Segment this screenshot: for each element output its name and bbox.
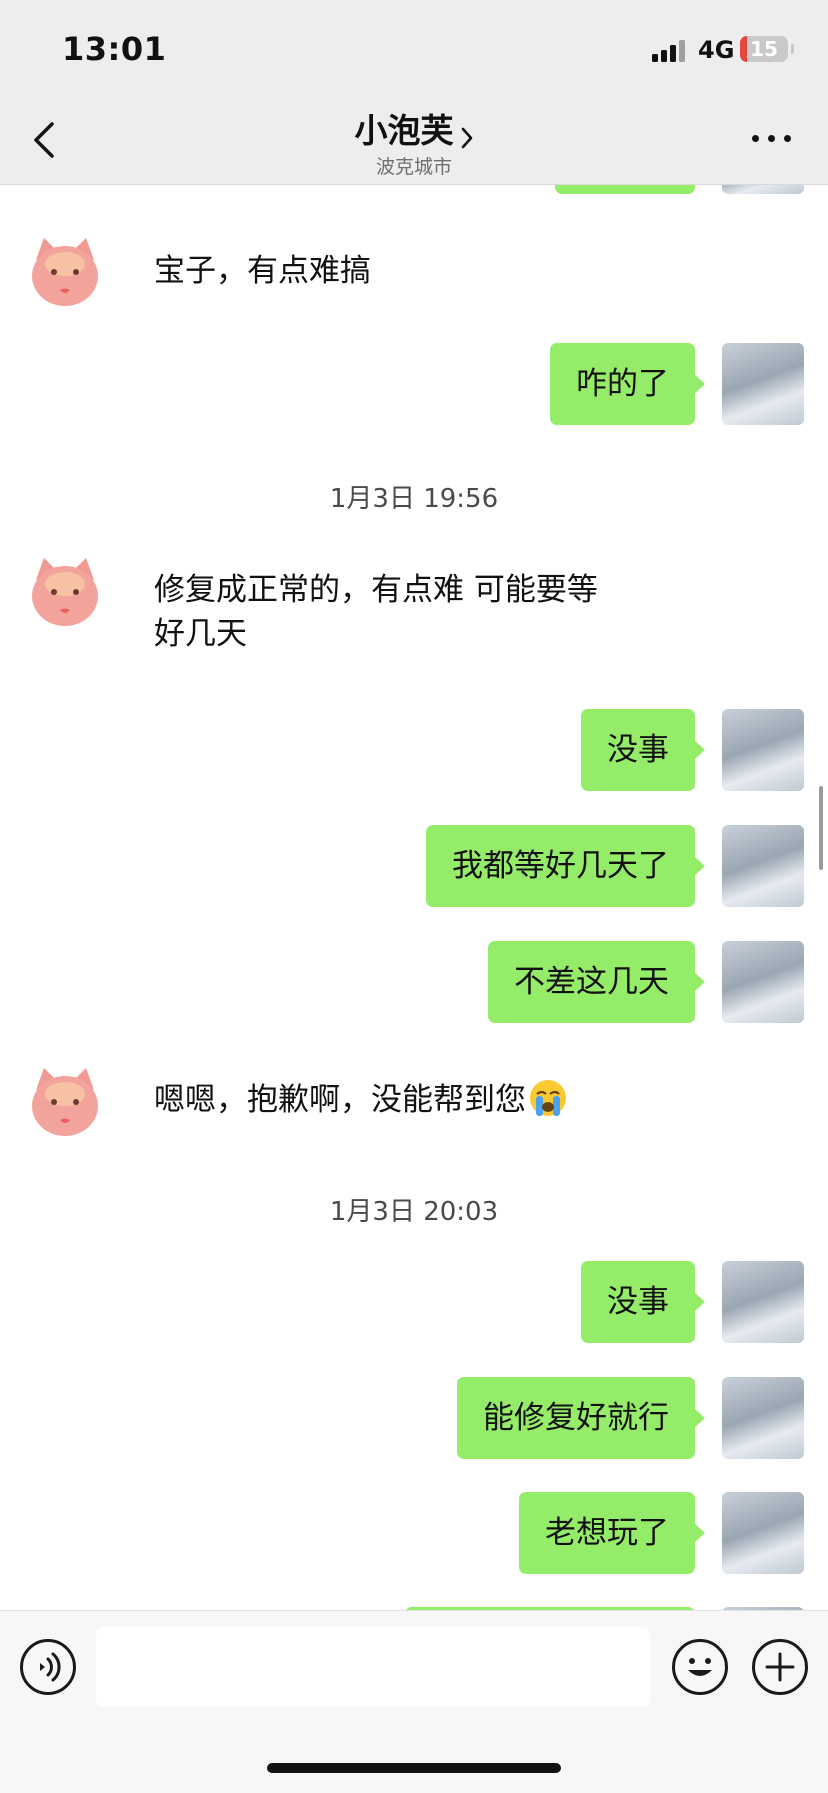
message-timestamp: 1月3日 19:56 bbox=[329, 484, 499, 514]
status-bar: 13:01 4G 15 bbox=[0, 0, 828, 96]
cellular-signal-icon bbox=[652, 40, 686, 62]
my-avatar[interactable] bbox=[722, 825, 804, 907]
message-bubble[interactable]: 不差这几天 bbox=[488, 941, 705, 1023]
network-type: 4G bbox=[698, 36, 735, 64]
status-time: 13:01 bbox=[62, 30, 167, 68]
voice-button[interactable] bbox=[20, 1639, 76, 1695]
plus-icon bbox=[765, 1652, 795, 1682]
contact-avatar[interactable] bbox=[24, 230, 106, 312]
message-text[interactable]: 嗯嗯，抱歉啊，没能帮到您 bbox=[154, 1078, 568, 1122]
my-avatar[interactable] bbox=[722, 1261, 804, 1343]
chat-header: 小泡芙 波克城市 bbox=[0, 96, 828, 185]
my-avatar[interactable] bbox=[722, 709, 804, 791]
plus-button[interactable] bbox=[752, 1639, 808, 1695]
message-bubble[interactable]: 没事 bbox=[581, 709, 705, 791]
contact-avatar[interactable] bbox=[24, 550, 106, 632]
message-bubble[interactable]: 能修复好就行 bbox=[457, 1377, 705, 1459]
chat-title-button[interactable]: 小泡芙 波克城市 bbox=[0, 104, 828, 179]
chat-title: 小泡芙 bbox=[354, 111, 454, 150]
emoji-button[interactable] bbox=[672, 1639, 728, 1695]
message-bubble[interactable]: 我都等好几天了 bbox=[426, 825, 705, 907]
emoji-icon bbox=[688, 1658, 712, 1676]
chat-subtitle: 波克城市 bbox=[375, 156, 452, 178]
message-bubble[interactable]: 老想玩了 bbox=[519, 1492, 705, 1574]
message-line: 好几天 bbox=[154, 616, 247, 652]
my-avatar[interactable] bbox=[722, 343, 804, 425]
my-avatar[interactable] bbox=[722, 1492, 804, 1574]
battery-icon: 15 bbox=[740, 36, 788, 62]
my-avatar[interactable] bbox=[722, 941, 804, 1023]
message-list[interactable]: 宝子，有点难搞 咋的了 1月3日 19:56 修复成正常的，有点难 可能要等 好… bbox=[0, 184, 828, 1610]
chevron-right-icon bbox=[461, 127, 472, 148]
my-avatar[interactable] bbox=[722, 1377, 804, 1459]
scrollbar[interactable] bbox=[819, 786, 823, 870]
message-text-content: 嗯嗯，抱歉啊，没能帮到您 bbox=[154, 1082, 526, 1118]
message-timestamp: 1月3日 20:03 bbox=[329, 1197, 499, 1227]
message-bubble[interactable]: 没事 bbox=[581, 1261, 705, 1343]
message-text[interactable]: 修复成正常的，有点难 可能要等 好几天 bbox=[154, 568, 598, 656]
message-bubble-partial[interactable] bbox=[555, 184, 705, 194]
battery-cap bbox=[791, 44, 794, 54]
battery-level: 15 bbox=[750, 37, 778, 61]
home-indicator[interactable] bbox=[267, 1763, 561, 1773]
message-text[interactable]: 宝子，有点难搞 bbox=[154, 249, 371, 293]
loudly-crying-face-icon bbox=[530, 1080, 566, 1116]
cat-avatar-icon bbox=[32, 1068, 98, 1136]
contact-avatar[interactable] bbox=[24, 1060, 106, 1142]
message-bubble[interactable]: 咋的了 bbox=[550, 343, 705, 425]
more-button[interactable] bbox=[752, 132, 792, 146]
cat-avatar-icon bbox=[32, 558, 98, 626]
my-avatar[interactable] bbox=[722, 184, 804, 194]
more-dots-icon bbox=[752, 135, 759, 142]
message-line: 修复成正常的，有点难 可能要等 bbox=[154, 572, 598, 608]
cat-avatar-icon bbox=[32, 238, 98, 306]
message-input[interactable] bbox=[96, 1627, 650, 1707]
voice-icon bbox=[40, 1652, 61, 1682]
